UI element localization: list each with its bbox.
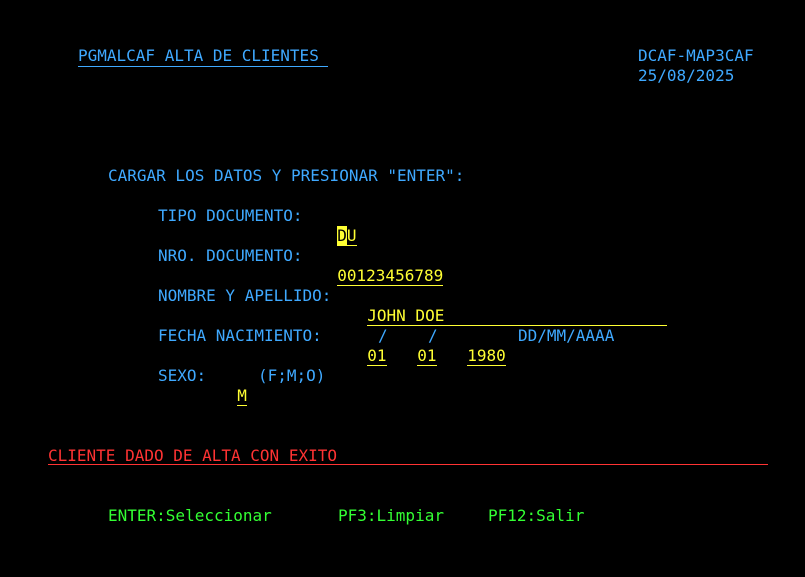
tipo-documento-value: U: [346, 226, 357, 245]
nombre-apellido-label: NOMBRE Y APELLIDO:: [158, 286, 342, 305]
nro-documento-field[interactable]: 00123456789: [318, 246, 444, 286]
sexo-options-hint: (F;M;O): [258, 366, 326, 385]
fecha-dia-value: 01: [367, 346, 387, 366]
nombre-apellido-value: JOHN DOE: [367, 307, 668, 326]
status-message: CLIENTE DADO DE ALTA CON EXITO: [48, 446, 337, 465]
enter-key-hint[interactable]: ENTER:Seleccionar: [108, 506, 272, 526]
text-cursor: D: [337, 226, 347, 245]
fecha-separator: /: [378, 326, 388, 345]
fecha-anio-field[interactable]: 1980: [448, 326, 506, 366]
fecha-nacimiento-label: FECHA NACIMIENTO:: [158, 326, 332, 345]
sexo-field[interactable]: M: [218, 366, 247, 406]
pf12-key-hint[interactable]: PF12:Salir: [488, 506, 584, 526]
sexo-value: M: [237, 386, 247, 406]
mapset-name: DCAF-MAP3CAF: [638, 46, 754, 65]
form-instruction: CARGAR LOS DATOS Y PRESIONAR "ENTER":: [108, 166, 465, 185]
sexo-label: SEXO:: [158, 366, 216, 385]
tipo-documento-field[interactable]: DU: [318, 206, 357, 246]
nro-documento-value: 00123456789: [337, 266, 444, 286]
pf3-key-hint[interactable]: PF3:Limpiar: [338, 506, 444, 526]
message-underline: [48, 464, 768, 465]
fecha-anio-value: 1980: [467, 346, 506, 366]
program-title: PGMALCAF ALTA DE CLIENTES: [78, 46, 329, 67]
fecha-format-hint: DD/MM/AAAA: [518, 326, 615, 345]
fecha-mes-value: 01: [417, 346, 437, 366]
nombre-apellido-field[interactable]: JOHN DOE: [348, 286, 668, 326]
tipo-documento-label: TIPO DOCUMENTO:: [158, 206, 313, 225]
fecha-separator: /: [428, 326, 438, 345]
nro-documento-label: NRO. DOCUMENTO:: [158, 246, 313, 265]
current-date: 25/08/2025: [638, 66, 735, 85]
